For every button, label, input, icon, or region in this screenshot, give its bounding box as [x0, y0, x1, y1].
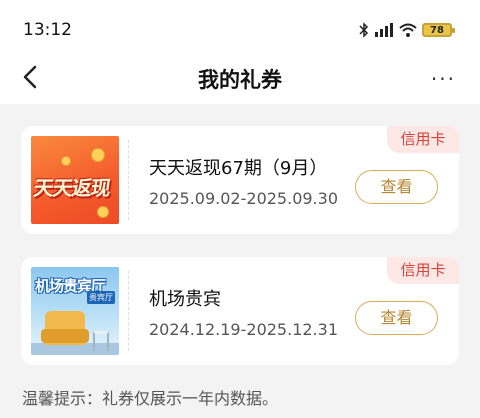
armchair-seat — [41, 329, 89, 343]
nav-bar: 我的礼券 ··· — [0, 52, 480, 104]
coupon-card[interactable]: 信用卡 天天返现 天天返现67期（9月） 2025.09.02-2025.09.… — [21, 126, 459, 234]
page-title: 我的礼券 — [198, 68, 282, 92]
card-divider — [128, 271, 129, 351]
system-icons: 78 — [359, 22, 455, 38]
side-table-icon — [93, 331, 109, 351]
coupon-thumbnail: 天天返现 — [31, 136, 119, 224]
battery-icon: 78 — [422, 23, 455, 37]
more-icon[interactable]: ··· — [431, 67, 456, 91]
coupon-name: 机场贵宾 — [149, 289, 221, 310]
signal-icon — [375, 23, 393, 37]
bluetooth-icon — [359, 22, 369, 38]
coupon-thumbnail: 机场贵宾厅 贵宾厅 — [31, 267, 119, 355]
coin-icon — [97, 206, 109, 218]
thumbnail-badge: 贵宾厅 — [87, 291, 115, 304]
coupon-period: 2024.12.19-2025.12.31 — [149, 320, 338, 339]
coupon-period: 2025.09.02-2025.09.30 — [149, 189, 338, 208]
coupon-tag: 信用卡 — [387, 257, 459, 284]
coupon-tag: 信用卡 — [387, 126, 459, 153]
card-divider — [128, 140, 129, 220]
coupon-name: 天天返现67期（9月） — [149, 158, 328, 179]
notice-text: 温馨提示：礼券仅展示一年内数据。 — [22, 389, 279, 408]
status-bar: 13:12 78 — [0, 0, 480, 60]
coupon-card[interactable]: 信用卡 机场贵宾厅 贵宾厅 机场贵宾 2024.12.19-2025.12.31… — [21, 257, 459, 365]
status-time: 13:12 — [23, 20, 72, 40]
view-button[interactable]: 查看 — [355, 170, 438, 204]
thumbnail-text: 天天返现 — [32, 176, 112, 200]
coin-icon — [91, 148, 105, 162]
coin-icon — [61, 156, 71, 166]
view-button[interactable]: 查看 — [355, 301, 438, 335]
wifi-icon — [399, 23, 417, 37]
